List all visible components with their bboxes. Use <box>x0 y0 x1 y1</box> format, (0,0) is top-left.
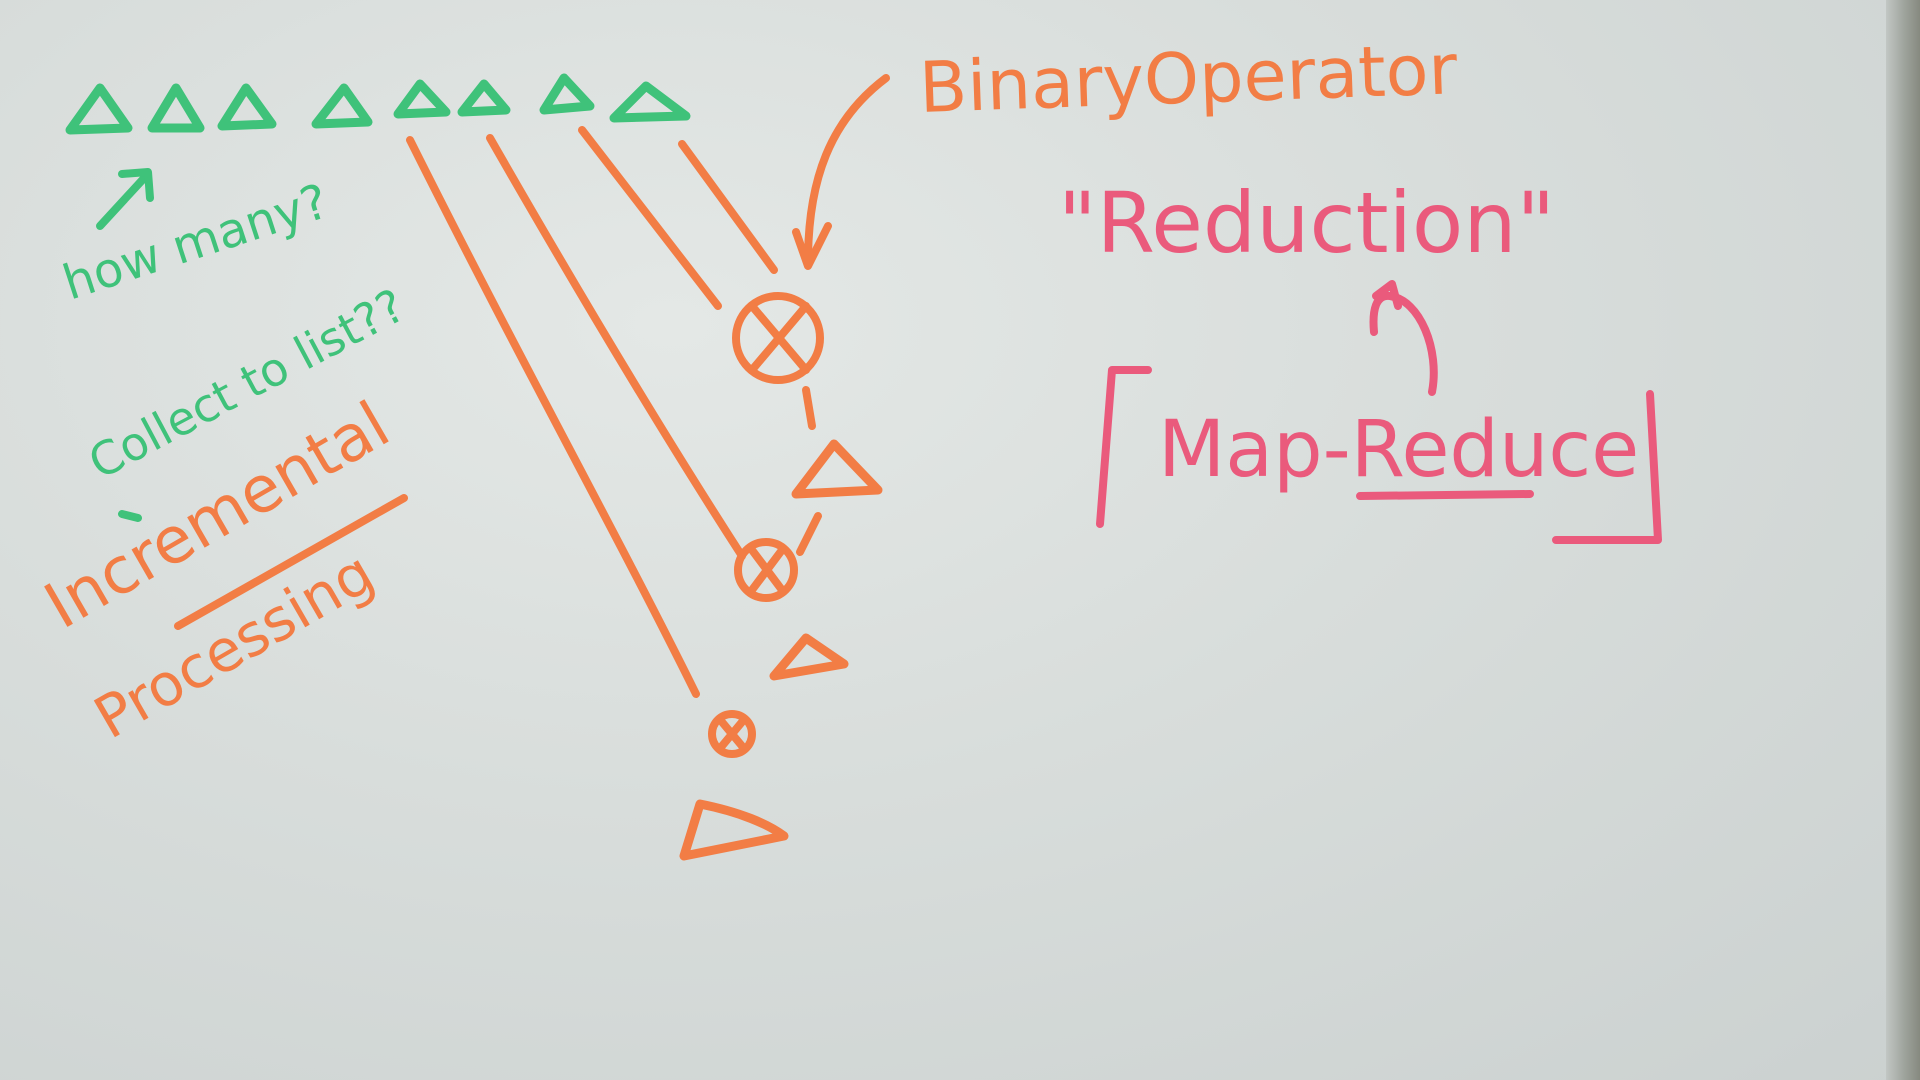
flow-line <box>678 140 778 274</box>
binary-operator-nodes <box>708 292 824 758</box>
binary-operator-label: BinaryOperator <box>918 28 1459 129</box>
element-triangle-icon <box>393 79 451 119</box>
flow-line <box>802 386 816 430</box>
element-triangle-icon <box>65 83 133 135</box>
how-many-label: how many? <box>56 173 335 311</box>
flow-line <box>578 126 722 310</box>
element-triangle-icon <box>539 73 595 115</box>
element-triangle-icon <box>609 81 691 123</box>
final-result-triangle-icon <box>679 799 789 861</box>
element-triangle-icon <box>147 83 205 133</box>
element-triangle-icon <box>311 83 373 129</box>
binary-operator-arrow <box>792 74 890 270</box>
circled-x-icon <box>732 292 824 384</box>
flow-line <box>486 134 746 560</box>
circled-x-icon <box>734 538 798 602</box>
input-elements-row <box>65 73 691 135</box>
how-many-arrow <box>96 168 154 230</box>
map-reduce-label: Map-Reduce <box>1158 405 1639 495</box>
flow-line <box>796 512 822 556</box>
small-dash <box>118 510 142 522</box>
element-triangle-icon <box>217 83 277 131</box>
result-triangle-icon <box>791 439 883 499</box>
reduction-label: "Reduction" <box>1058 174 1555 272</box>
result-triangle-icon <box>769 633 849 681</box>
element-triangle-icon <box>457 79 511 117</box>
reduction-flow-lines <box>406 126 822 698</box>
whiteboard-drawing: BinaryOperator "Reduction" Map-Reduce ho… <box>33 28 1662 861</box>
circled-x-icon <box>708 710 756 758</box>
